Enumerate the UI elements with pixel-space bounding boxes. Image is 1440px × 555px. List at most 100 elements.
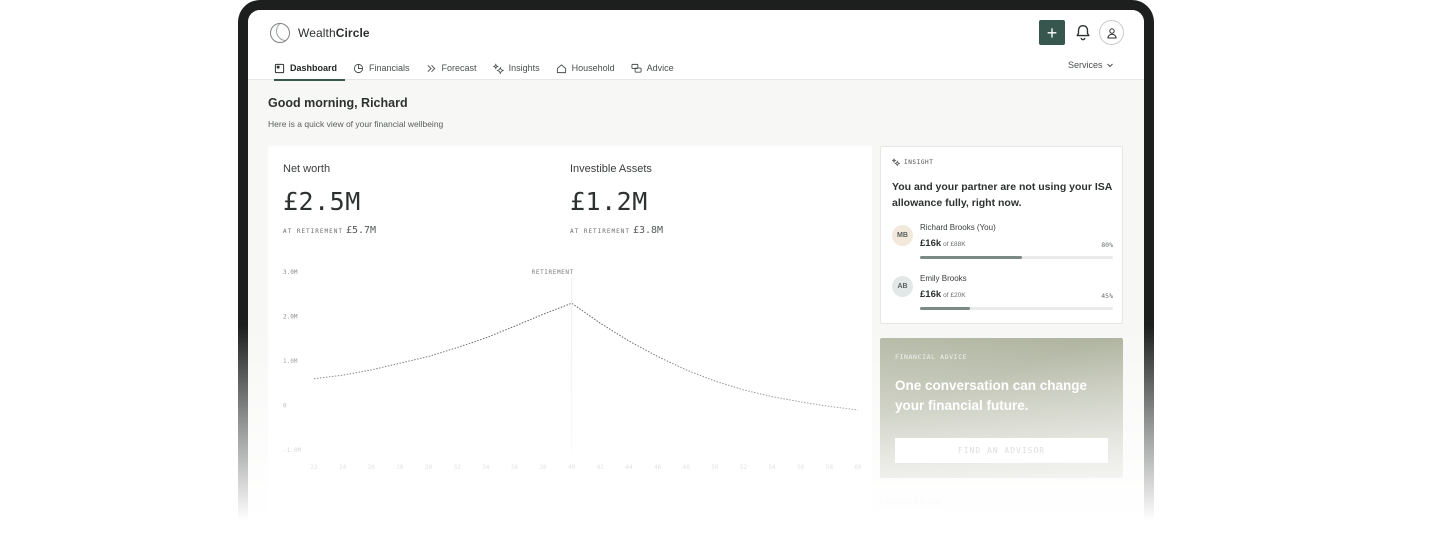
advice-tag: FINANCIAL ADVICE: [895, 353, 968, 361]
y-tick-label: -1.0M: [283, 447, 301, 454]
allowance-progress-fill: [920, 256, 1023, 259]
nav-label: Insights: [508, 63, 540, 73]
member-amount: £16k of £20K: [920, 289, 966, 300]
brand-name: WealthCircle: [298, 26, 370, 40]
home-icon: [556, 63, 566, 73]
x-tick-label: 22: [310, 464, 318, 471]
allowance-progress-track: [920, 256, 1113, 259]
metric-value: £1.2M: [570, 187, 648, 216]
page-title: Good morning, Richard: [268, 96, 408, 110]
x-tick-label: 26: [368, 464, 376, 471]
nav-label: Advice: [646, 63, 674, 73]
member-amount-value: £16k: [920, 289, 942, 300]
retirement-caption: AT RETIREMENT: [570, 228, 630, 235]
chat-icon: [631, 63, 642, 73]
retirement-amount: £5.7M: [345, 225, 377, 236]
x-tick-label: 36: [511, 464, 519, 471]
add-button[interactable]: +: [1039, 20, 1065, 45]
bell-icon[interactable]: [1074, 23, 1092, 41]
insight-tag: INSIGHT: [892, 158, 934, 166]
x-tick-label: 58: [826, 464, 834, 471]
member-amount-value: £16k: [920, 238, 942, 249]
net-worth-metric[interactable]: Net worth £2.5M AT RETIREMENT £5.7M: [283, 163, 376, 236]
metric-value: £2.5M: [283, 187, 361, 216]
x-tick-label: 28: [396, 464, 404, 471]
nav-advice[interactable]: Advice: [631, 56, 682, 80]
plus-icon: +: [1046, 22, 1058, 43]
services-label: Services: [1068, 60, 1103, 70]
x-tick-label: 44: [625, 464, 633, 471]
app-screen: WealthCircle + Dashboard Financials Fore…: [248, 10, 1144, 555]
retirement-caption: AT RETIREMENT: [283, 228, 343, 235]
retirement-value: AT RETIREMENT £5.7M: [283, 225, 376, 236]
wealthcircle-logo-icon: [270, 23, 290, 43]
pie-chart-icon: [353, 63, 364, 73]
allowance-progress-track: [920, 307, 1113, 310]
x-tick-label: 50: [711, 464, 719, 471]
services-dropdown[interactable]: Services: [1068, 60, 1114, 70]
nav-label: Financials: [369, 63, 410, 73]
learn-more-heading[interactable]: Learn More: [880, 496, 941, 510]
investable-assets-metric[interactable]: Investible Assets £1.2M AT RETIREMENT £3…: [570, 163, 663, 236]
retirement-value: AT RETIREMENT £3.8M: [570, 225, 663, 236]
y-tick-label: 1.0M: [283, 358, 298, 365]
y-tick-label: 3.0M: [283, 269, 298, 276]
member-avatar: MB: [892, 225, 913, 246]
top-bar: WealthCircle + Dashboard Financials Fore…: [248, 10, 1144, 81]
find-advisor-button[interactable]: FIND AN ADVISOR: [895, 438, 1108, 463]
net-worth-card: Net worth £2.5M AT RETIREMENT £5.7M Inve…: [268, 146, 872, 555]
x-tick-label: 40: [568, 464, 576, 471]
forecast-chart[interactable]: 3.0M 2.0M 1.0M 0 -1.0M 22 24 26 28 30 32 34 36 38 40 42…: [268, 254, 872, 484]
member-allowance: of £20K: [943, 292, 966, 299]
brand[interactable]: WealthCircle: [270, 23, 370, 43]
member-percent: 80%: [1101, 241, 1113, 249]
financial-advice-card: FINANCIAL ADVICE One conversation can ch…: [880, 338, 1123, 478]
retirement-annotation: RETIREMENT: [532, 269, 574, 276]
nav-dashboard[interactable]: Dashboard: [274, 56, 346, 81]
main-nav: Dashboard Financials Forecast Insights H…: [274, 56, 690, 81]
sparkle-icon: [892, 158, 900, 166]
y-tick-label: 2.0M: [283, 314, 298, 321]
insight-card[interactable]: INSIGHT You and your partner are not usi…: [880, 146, 1123, 324]
x-tick-label: 38: [539, 464, 547, 471]
device-frame: WealthCircle + Dashboard Financials Fore…: [238, 0, 1154, 555]
y-tick-label: 0: [283, 403, 287, 410]
nav-label: Household: [571, 63, 615, 73]
nav-forecast[interactable]: Forecast: [426, 56, 485, 80]
profile-avatar[interactable]: [1099, 20, 1124, 45]
nav-financials[interactable]: Financials: [353, 56, 418, 80]
x-tick-label: 24: [339, 464, 347, 471]
insight-tag-label: INSIGHT: [904, 158, 934, 166]
x-tick-label: 42: [597, 464, 605, 471]
x-tick-label: 52: [740, 464, 748, 471]
net-worth-forecast-line: [313, 302, 859, 411]
member-allowance: of £88K: [943, 241, 966, 248]
user-icon: [1106, 27, 1117, 38]
nav-label: Forecast: [441, 63, 477, 73]
x-tick-label: 48: [683, 464, 691, 471]
member-percent: 45%: [1101, 292, 1113, 300]
metric-label: Net worth: [283, 163, 331, 175]
retirement-amount: £3.8M: [632, 225, 664, 236]
x-tick-label: 56: [797, 464, 805, 471]
x-tick-label: 46: [654, 464, 662, 471]
household-member-row[interactable]: AB Emily Brooks £16k of £20K 45%: [892, 274, 1113, 314]
page-subtitle: Here is a quick view of your financial w…: [268, 119, 444, 129]
x-tick-label: 60: [854, 464, 862, 471]
advice-title: One conversation can change your financi…: [895, 378, 1088, 413]
sparkle-icon: [492, 62, 504, 74]
member-avatar: AB: [892, 276, 913, 297]
nav-label: Dashboard: [290, 63, 338, 73]
nav-household[interactable]: Household: [556, 56, 623, 80]
x-tick-label: 32: [454, 464, 462, 471]
nav-insights[interactable]: Insights: [492, 56, 548, 80]
x-tick-label: 34: [482, 464, 490, 471]
metric-label: Investible Assets: [570, 163, 652, 175]
x-tick-label: 30: [425, 464, 433, 471]
member-amount: £16k of £88K: [920, 238, 966, 249]
member-name: Emily Brooks: [920, 274, 967, 283]
chevron-down-icon: [1106, 63, 1113, 68]
member-name: Richard Brooks (You): [920, 223, 996, 232]
insight-title: You and your partner are not using your …: [892, 181, 1112, 209]
household-member-row[interactable]: MB Richard Brooks (You) £16k of £88K 80%: [892, 223, 1113, 263]
